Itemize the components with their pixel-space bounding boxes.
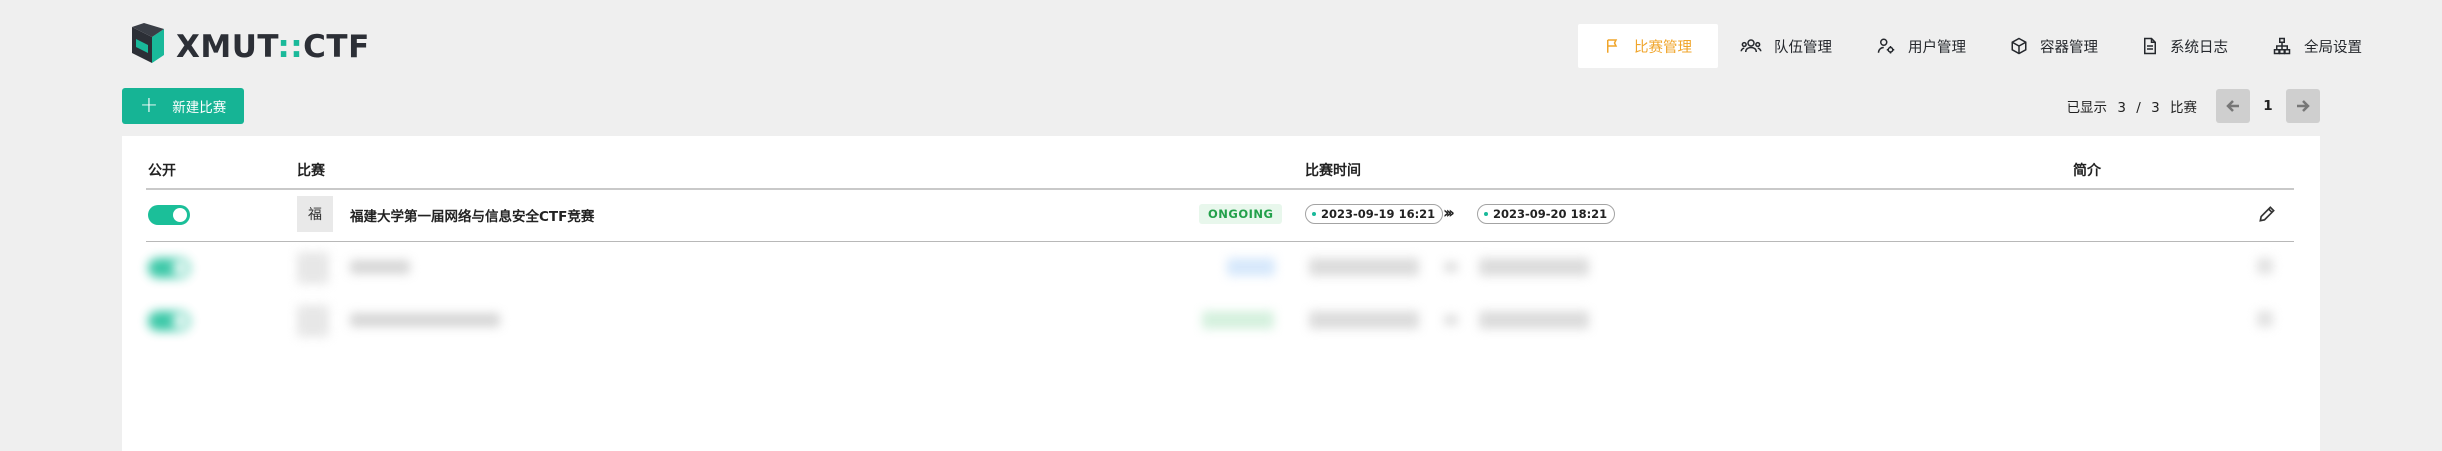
game-avatar: 福 [297, 196, 333, 232]
blurred-arrows [1444, 262, 1458, 272]
flag-icon [1607, 39, 1618, 53]
triple-chevron-icon: ››› [1443, 203, 1455, 222]
nav-item-users[interactable]: 用户管理 [1854, 24, 1988, 68]
blurred-status [1227, 258, 1275, 276]
public-toggle [148, 311, 190, 331]
pagination-total: 3 [2151, 100, 2160, 116]
blurred-edit [2257, 311, 2273, 327]
nav-item-logs[interactable]: 系统日志 [2120, 24, 2250, 68]
pagination: 已显示 3 / 3 比赛 1 [2064, 88, 2320, 124]
blurred-avatar [297, 305, 329, 337]
header-public: 公开 [148, 163, 176, 179]
end-time: 2023-09-20 18:21 [1493, 207, 1608, 221]
nav-label: 用户管理 [1908, 39, 1966, 56]
nav-label: 容器管理 [2040, 39, 2098, 56]
table-header: 公开 比赛 比赛时间 简介 [122, 160, 2320, 184]
arrow-right-icon [2297, 100, 2310, 112]
arrow-left-icon [2226, 100, 2239, 112]
game-title[interactable]: 福建大学第一届网络与信息安全CTF竞赛 [350, 205, 594, 225]
plus-icon: + [139, 93, 159, 118]
logo-mark-icon [132, 23, 164, 63]
blurred-arrows [1444, 315, 1458, 325]
blurred-status [1202, 311, 1274, 329]
blurred-start [1309, 311, 1419, 329]
blurred-edit [2257, 258, 2273, 274]
blurred-title [350, 260, 410, 274]
pagination-slash: / [2136, 100, 2141, 116]
start-time-badge: 2023-09-19 16:21 [1305, 204, 1444, 224]
pagination-suffix: 比赛 [2170, 100, 2197, 116]
nav-item-settings[interactable]: 全局设置 [2250, 24, 2384, 68]
header-time: 比赛时间 [1305, 163, 1361, 179]
user-settings-icon [1877, 38, 1895, 54]
nav-label: 系统日志 [2170, 39, 2228, 56]
nav-item-containers[interactable]: 容器管理 [1988, 24, 2120, 68]
nav-item-teams[interactable]: 队伍管理 [1718, 24, 1854, 68]
app-logo[interactable]: XMUT::CTF [126, 22, 370, 72]
dot-icon [1312, 212, 1316, 216]
hierarchy-icon [2273, 37, 2291, 55]
nav-label: 全局设置 [2304, 39, 2362, 56]
pagination-prefix: 已显示 [2066, 100, 2108, 116]
dot-icon [1484, 212, 1488, 216]
table-row-blurred [122, 242, 2320, 292]
table-row-blurred [122, 295, 2320, 345]
nav-item-games[interactable]: 比赛管理 [1578, 24, 1718, 68]
pencil-icon[interactable] [2257, 204, 2277, 224]
prev-page-button[interactable] [2216, 89, 2250, 123]
header-game: 比赛 [297, 163, 325, 179]
file-log-icon [2144, 37, 2156, 55]
blurred-start [1309, 258, 1419, 276]
public-toggle[interactable] [148, 205, 190, 225]
pagination-info: 已显示 3 / 3 比赛 [2064, 96, 2200, 116]
logo-text: XMUT::CTF [176, 29, 370, 65]
blurred-end [1479, 311, 1589, 329]
blurred-end [1479, 258, 1589, 276]
status-badge: ONGOING [1199, 204, 1283, 224]
box-icon [2011, 37, 2027, 55]
games-table: 公开 比赛 比赛时间 简介 福 福建大学第一届网络与信息安全CTF竞赛 ONGO… [122, 136, 2320, 451]
table-row[interactable]: 福 福建大学第一届网络与信息安全CTF竞赛 ONGOING 2023-09-19… [122, 189, 2320, 239]
blurred-avatar [297, 252, 329, 284]
team-icon [1740, 39, 1762, 53]
new-game-label: 新建比赛 [172, 100, 227, 116]
header-intro: 简介 [2073, 163, 2101, 179]
nav-label: 比赛管理 [1634, 39, 1692, 56]
top-nav: 比赛管理 队伍管理 用户管理 容器管理 系统日志 全局设置 [1578, 24, 2384, 68]
new-game-button[interactable]: + 新建比赛 [122, 88, 244, 124]
blurred-title [350, 313, 500, 327]
current-page: 1 [2263, 98, 2273, 114]
nav-label: 队伍管理 [1774, 39, 1832, 56]
start-time: 2023-09-19 16:21 [1321, 207, 1436, 221]
next-page-button[interactable] [2286, 89, 2320, 123]
pagination-shown: 3 [2117, 100, 2126, 116]
public-toggle [148, 258, 190, 278]
end-time-badge: 2023-09-20 18:21 [1477, 204, 1616, 224]
